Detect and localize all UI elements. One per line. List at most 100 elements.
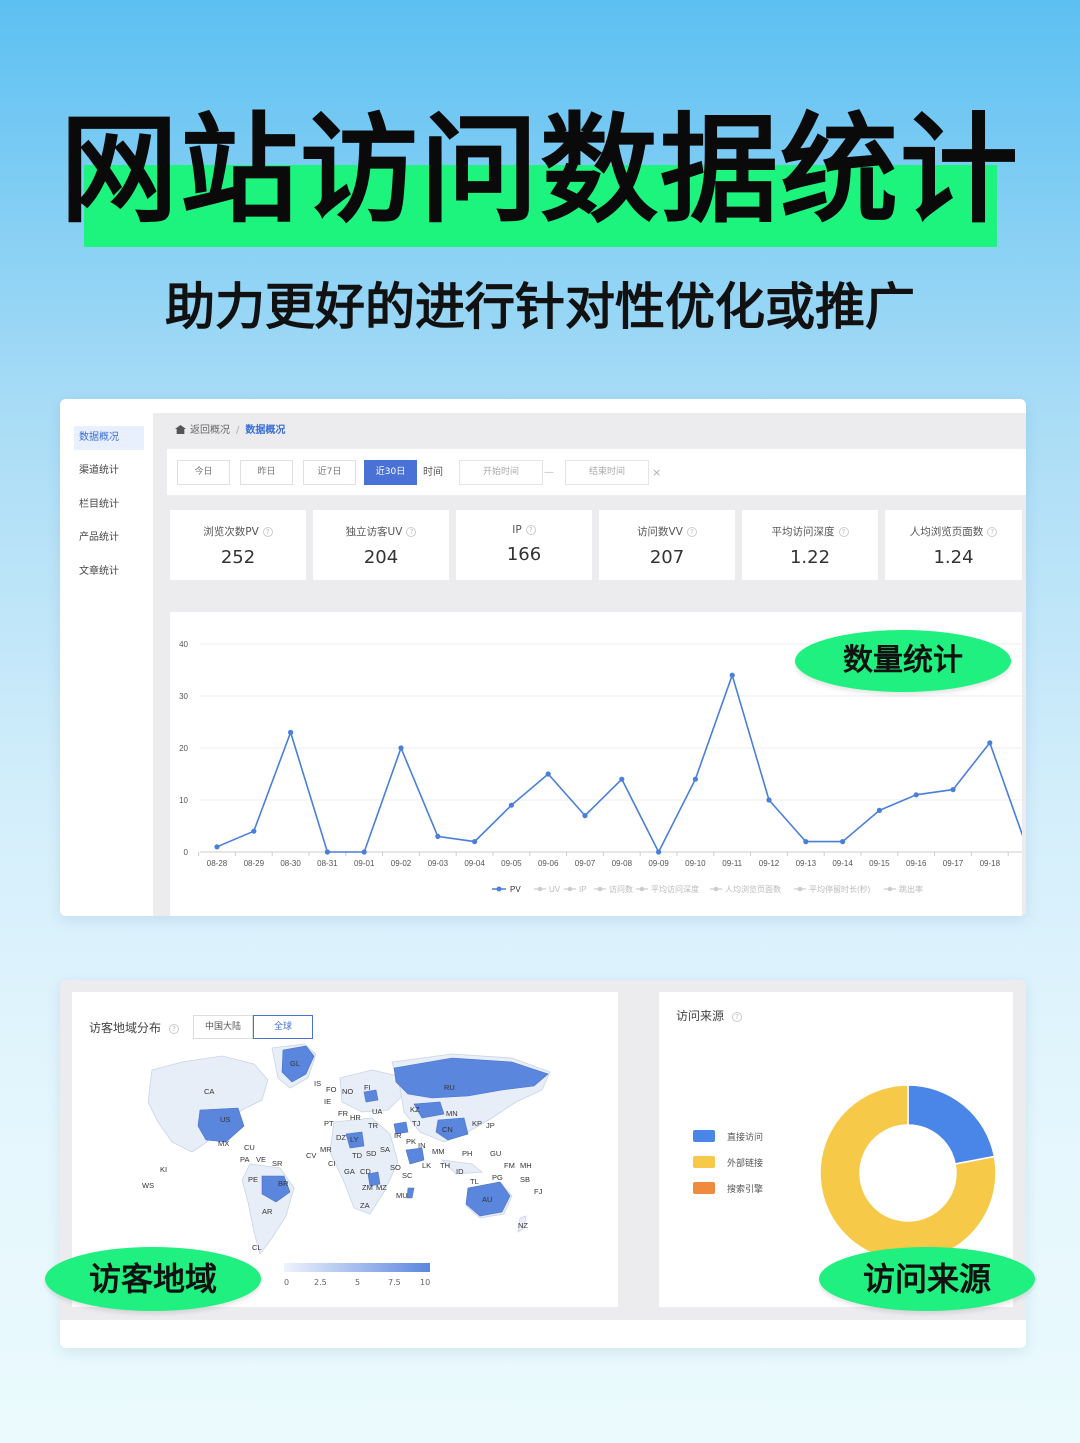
map-country-label: LK xyxy=(422,1161,431,1170)
x-tick-label: 09-15 xyxy=(869,859,890,868)
x-tick-label: 09-05 xyxy=(501,859,522,868)
scale-label: 5 xyxy=(355,1278,361,1287)
filter-bar: 今日 昨日 近7日 近30日 时间 开始时间 — 结束时间 × xyxy=(167,449,1026,495)
map-country-label: SA xyxy=(380,1145,390,1154)
map-country-label: IS xyxy=(314,1079,321,1088)
data-point xyxy=(508,802,514,808)
data-point xyxy=(913,792,919,798)
x-tick-label: 09-13 xyxy=(796,859,817,868)
badge-region: 访客地域 xyxy=(45,1247,261,1311)
x-tick-label: 09-02 xyxy=(391,859,412,868)
map-country-label: CU xyxy=(244,1143,255,1152)
x-tick-label: 08-30 xyxy=(280,859,301,868)
help-icon[interactable]: ? xyxy=(262,527,273,537)
map-country-label: GL xyxy=(290,1059,300,1068)
badge-count: 数量统计 xyxy=(795,630,1011,692)
map-country-label: IN xyxy=(418,1141,426,1150)
help-icon[interactable]: ? xyxy=(987,527,998,537)
sidebar-item-article[interactable]: 文章统计 xyxy=(74,560,144,584)
map-country-label: PK xyxy=(406,1137,416,1146)
legend-marker-inactive xyxy=(797,886,803,892)
stat-label: 独立访客UV xyxy=(345,526,403,538)
map-country-label: IR xyxy=(394,1131,402,1140)
data-point xyxy=(766,797,772,803)
x-tick-label: 09-08 xyxy=(612,859,633,868)
data-point xyxy=(398,745,404,751)
map-country-label: SR xyxy=(272,1159,283,1168)
stat-card-ip: IP? 166 xyxy=(456,510,592,580)
breadcrumb-back[interactable]: 返回概况 xyxy=(190,425,230,436)
clear-icon[interactable]: × xyxy=(652,460,661,485)
sidebar-item-channel[interactable]: 渠道统计 xyxy=(74,459,144,483)
legend-label-inactive: UV xyxy=(549,885,561,894)
chart-legend: PV UV IP 访问数 平均访问深度 人均浏览页面数 平均停留时长(秒) 跳出率 xyxy=(492,884,923,894)
data-point xyxy=(803,839,809,845)
map-country-label: VE xyxy=(256,1155,266,1164)
map-country-label: CA xyxy=(204,1087,214,1096)
data-point xyxy=(619,776,625,782)
stat-card-pages: 人均浏览页面数? 1.24 xyxy=(885,510,1022,580)
legend-label-inactive: 跳出率 xyxy=(899,884,923,894)
map-country-label: TL xyxy=(470,1177,479,1186)
map-country-label: CV xyxy=(306,1151,316,1160)
legend-marker-inactive xyxy=(597,886,603,892)
scale-label: 2.5 xyxy=(314,1278,327,1287)
breadcrumb-current: 数据概况 xyxy=(245,425,286,436)
filter-yesterday-button[interactable]: 昨日 xyxy=(240,460,293,485)
sidebar-item-product[interactable]: 产品统计 xyxy=(74,526,144,550)
map-country-label: MH xyxy=(520,1161,532,1170)
map-country-label: MR xyxy=(320,1145,332,1154)
sidebar-item-overview[interactable]: 数据概况 xyxy=(74,426,144,450)
x-tick-label: 09-16 xyxy=(906,859,927,868)
x-tick-label: 09-14 xyxy=(832,859,853,868)
data-point xyxy=(950,787,956,793)
sidebar: 数据概况 渠道统计 栏目统计 产品统计 文章统计 xyxy=(60,399,153,916)
home-icon[interactable] xyxy=(175,425,186,434)
map-country-label: PE xyxy=(248,1175,258,1184)
data-point xyxy=(692,776,699,782)
help-icon[interactable]: ? xyxy=(686,527,697,537)
map-country-label: PH xyxy=(462,1149,472,1158)
stat-card-depth: 平均访问深度? 1.22 xyxy=(742,510,878,580)
map-country-label: US xyxy=(220,1115,230,1124)
stat-value: 1.24 xyxy=(933,547,974,568)
sidebar-item-column[interactable]: 栏目统计 xyxy=(74,493,144,517)
x-tick-label: 09-18 xyxy=(980,859,1001,868)
legend-label-inactive: 人均浏览页面数 xyxy=(725,884,781,894)
legend-label-inactive: 访问数 xyxy=(609,884,633,894)
map-country-label: CI xyxy=(328,1159,336,1168)
map-country-label: WS xyxy=(142,1181,154,1190)
data-point xyxy=(987,740,993,746)
map-country-label: HR xyxy=(350,1113,361,1122)
map-country-label: TR xyxy=(368,1121,379,1130)
filter-today-button[interactable]: 今日 xyxy=(177,460,230,485)
time-label: 时间 xyxy=(423,467,443,478)
range-separator: — xyxy=(544,467,554,478)
map-country-label: DZ xyxy=(336,1133,346,1142)
map-country-label: SC xyxy=(402,1171,413,1180)
map-country-label: PT xyxy=(324,1119,334,1128)
map-country-label: RU xyxy=(444,1083,455,1092)
x-tick-label: 09-07 xyxy=(575,859,596,868)
data-point xyxy=(840,839,846,845)
map-country-label: TJ xyxy=(412,1119,421,1128)
start-time-input[interactable]: 开始时间 xyxy=(459,460,543,485)
stat-value: 204 xyxy=(363,547,399,568)
data-point xyxy=(324,849,330,855)
filter-30days-button[interactable]: 近30日 xyxy=(364,460,417,485)
data-point xyxy=(435,833,441,839)
legend-marker-inactive xyxy=(639,886,645,892)
help-icon[interactable]: ? xyxy=(525,525,536,535)
help-icon[interactable]: ? xyxy=(406,527,417,537)
filter-7days-button[interactable]: 近7日 xyxy=(303,460,356,485)
stat-value: 1.22 xyxy=(789,547,831,568)
series-line-pv xyxy=(216,672,1026,854)
map-country-label: KZ xyxy=(410,1105,420,1114)
y-tick-label: 40 xyxy=(179,640,188,649)
legend-marker-pv xyxy=(496,886,502,892)
stat-card-uv: 独立访客UV? 204 xyxy=(313,510,449,580)
map-country-label: FJ xyxy=(534,1187,543,1196)
help-icon[interactable]: ? xyxy=(838,527,849,537)
end-time-input[interactable]: 结束时间 xyxy=(565,460,649,485)
stat-value: 252 xyxy=(220,547,256,568)
